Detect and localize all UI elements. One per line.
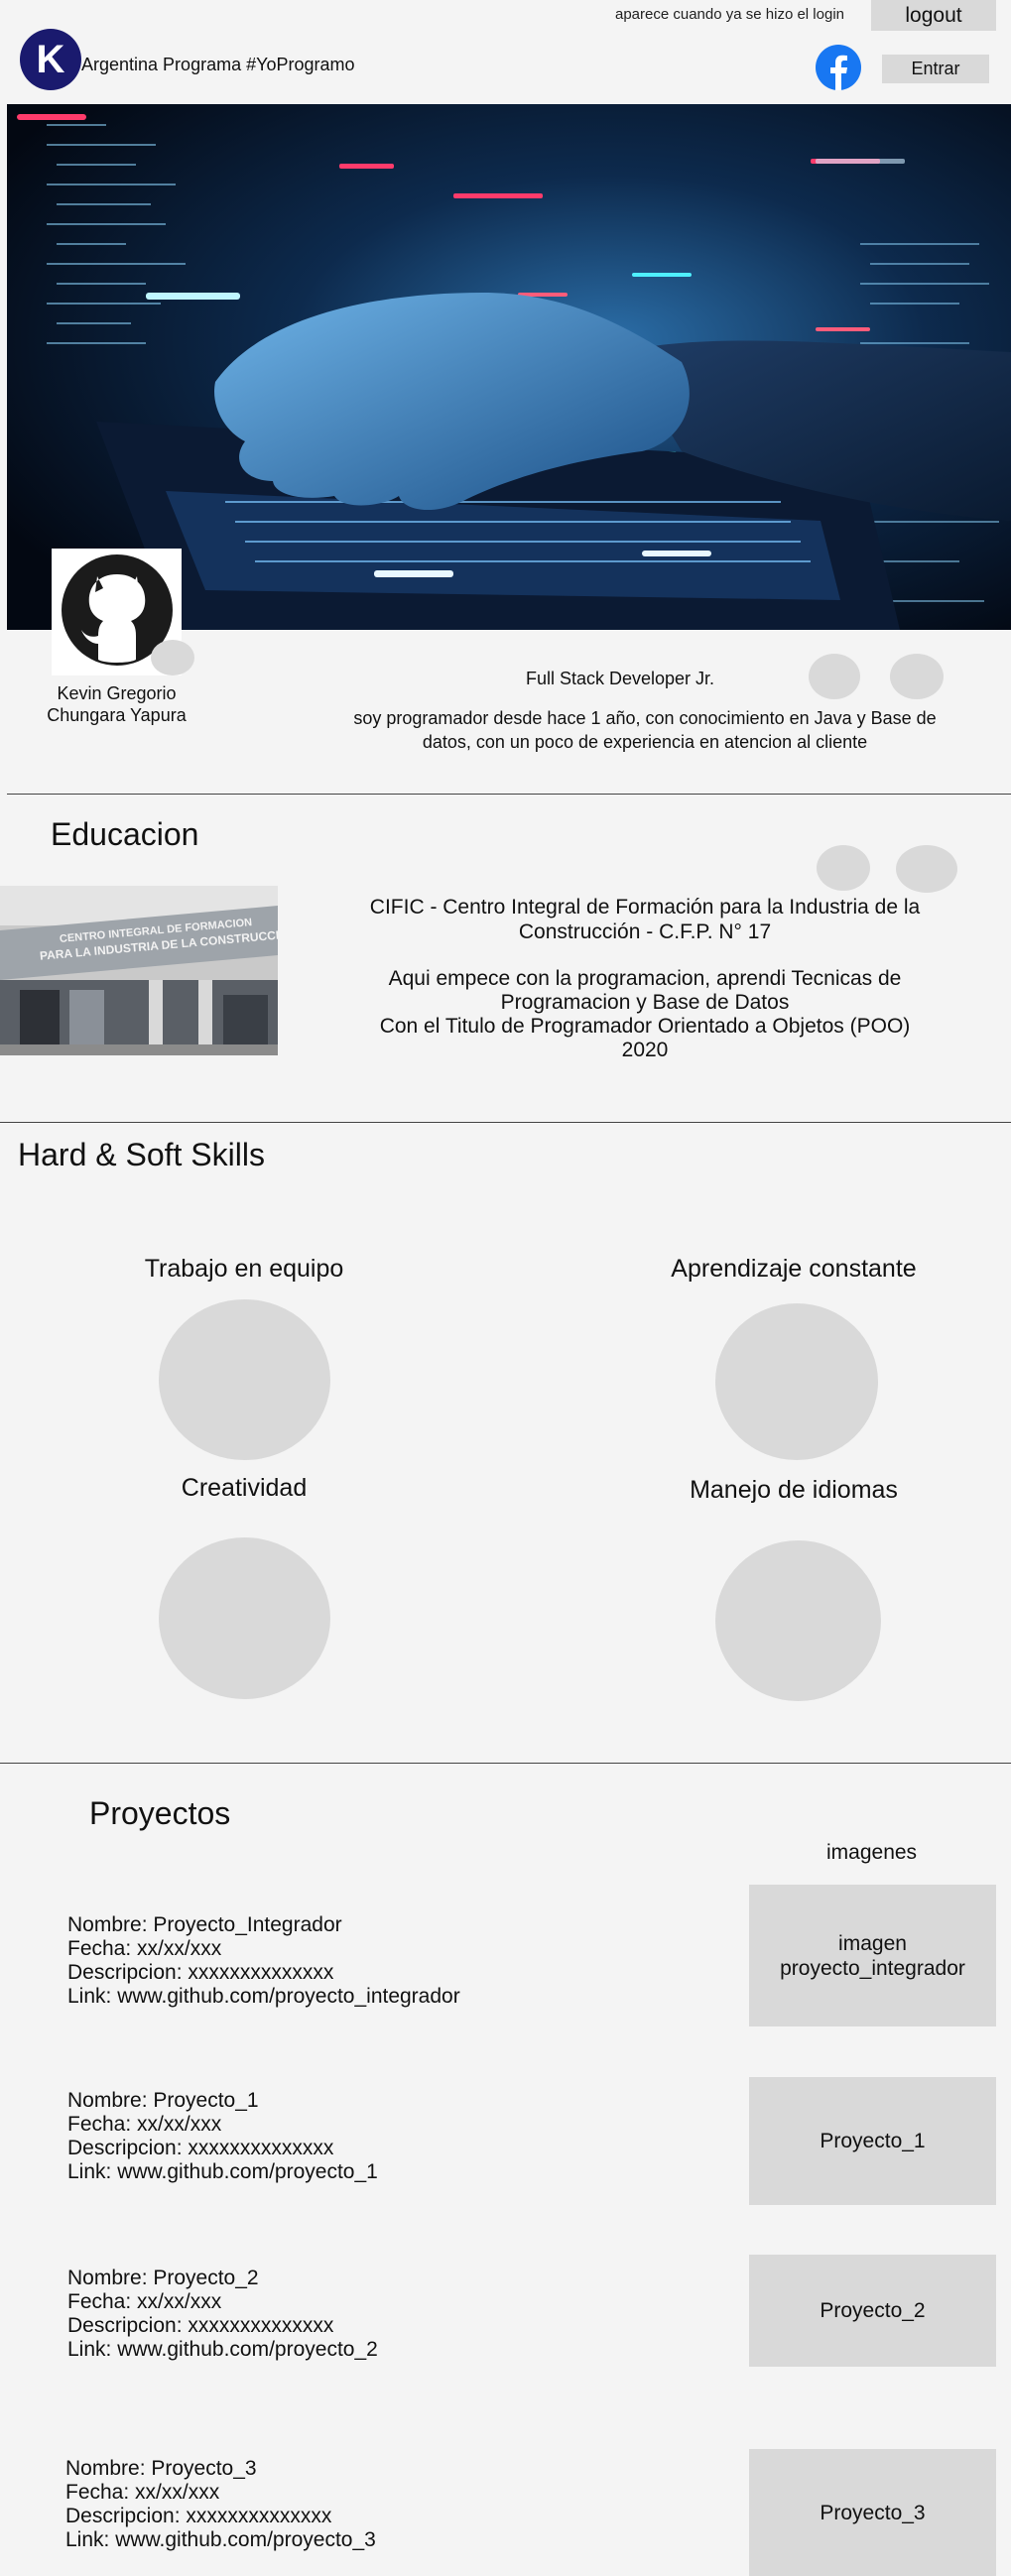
edu-desc-line-2: Programacion y Base de Datos [500,991,790,1014]
school-line-2: Construcción - C.F.P. N° 17 [518,920,772,943]
school-building-illustration: CENTRO INTEGRAL DE FORMACION PARA LA IND… [0,886,278,1055]
brand-title: Argentina Programa #YoProgramo [81,55,355,74]
project-info: Nombre: Proyecto_Integrador Fecha: xx/xx… [67,1913,460,2009]
logout-button[interactable]: logout [871,0,996,31]
education-title: Educacion [51,816,199,852]
project-image-label: imagen [838,1931,907,1955]
login-button[interactable]: Entrar [882,55,989,83]
project-name: Nombre: Proyecto_1 [67,2089,259,2112]
project-date: Fecha: xx/xx/xxx [65,2481,220,2504]
project-image[interactable]: Proyecto_1 [749,2077,996,2205]
edu-desc-line-3: Con el Titulo de Programador Orientado a… [379,1015,911,1038]
school-line-1: CIFIC - Centro Integral de Formación par… [369,896,921,919]
bio-line-2: datos, con un poco de experiencia en ate… [422,732,868,752]
name-line-1: Kevin Gregorio [57,683,177,703]
skill-progress-circle [715,1303,878,1460]
project-image-label: Proyecto_2 [820,2299,926,2322]
profile-role: Full Stack Developer Jr. [525,669,715,688]
section-divider [7,794,1011,795]
education-description: Aqui empece con la programacion, aprendi… [357,967,933,1062]
profile-name: Kevin Gregorio Chungara Yapura [30,682,203,726]
edu-desc-line-1: Aqui empece con la programacion, aprendi… [388,967,902,990]
edit-avatar-dot[interactable] [151,640,194,675]
project-link[interactable]: Link: www.github.com/proyecto_3 [65,2528,376,2552]
education-edit-button[interactable] [817,845,870,891]
skill-progress-circle [159,1537,330,1699]
school-building-image: CENTRO INTEGRAL DE FORMACION PARA LA IND… [0,886,278,1055]
project-link[interactable]: Link: www.github.com/proyecto_2 [67,2338,378,2362]
project-image[interactable]: imagen proyecto_integrador [749,1885,996,2026]
project-date: Fecha: xx/xx/xxx [67,2290,222,2313]
skill-label: Creatividad [181,1474,308,1502]
projects-title: Proyectos [89,1795,231,1831]
project-description: Descripcion: xxxxxxxxxxxxxx [67,2137,334,2159]
project-name: Nombre: Proyecto_Integrador [67,1913,342,1936]
logo-icon[interactable]: K [20,29,81,90]
name-line-2: Chungara Yapura [47,705,187,725]
project-info: Nombre: Proyecto_3 Fecha: xx/xx/xxx Desc… [65,2457,376,2552]
skill-label: Manejo de idiomas [690,1476,898,1504]
bio-line-1: soy programador desde hace 1 año, con co… [353,708,937,728]
project-image-label: Proyecto_3 [820,2501,926,2524]
education-school: CIFIC - Centro Integral de Formación par… [357,895,933,944]
images-label: imagenes [826,1841,918,1864]
project-image[interactable]: Proyecto_3 [749,2449,996,2576]
profile-bio: soy programador desde hace 1 año, con co… [342,706,948,754]
edu-desc-line-4: 2020 [621,1039,669,1061]
skill-progress-circle [715,1540,881,1701]
project-link[interactable]: Link: www.github.com/proyecto_integrador [67,1985,460,2009]
section-divider [0,1763,1011,1764]
profile-edit-button[interactable] [809,654,860,699]
project-image-label: proyecto_integrador [780,1956,965,1980]
project-link[interactable]: Link: www.github.com/proyecto_1 [67,2160,378,2184]
project-name: Nombre: Proyecto_2 [67,2267,259,2289]
skill-label: Aprendizaje constante [671,1255,917,1283]
profile-delete-button[interactable] [890,654,944,699]
skills-title: Hard & Soft Skills [18,1137,265,1172]
section-divider [0,1122,1011,1123]
project-info: Nombre: Proyecto_1 Fecha: xx/xx/xxx Desc… [67,2089,378,2184]
project-image-label: Proyecto_1 [820,2130,926,2152]
skill-label: Trabajo en equipo [144,1255,344,1283]
project-date: Fecha: xx/xx/xxx [67,2113,222,2136]
facebook-icon[interactable] [816,45,861,90]
skill-progress-circle [159,1299,330,1460]
project-description: Descripcion: xxxxxxxxxxxxxx [67,2314,334,2337]
project-description: Descripcion: xxxxxxxxxxxxxx [65,2505,332,2527]
project-date: Fecha: xx/xx/xxx [67,1937,222,1960]
project-name: Nombre: Proyecto_3 [65,2457,257,2480]
project-info: Nombre: Proyecto_2 Fecha: xx/xx/xxx Desc… [67,2267,378,2362]
project-description: Descripcion: xxxxxxxxxxxxxx [67,1961,334,1984]
project-image[interactable]: Proyecto_2 [749,2255,996,2367]
login-note: aparece cuando ya se hizo el login [615,6,844,23]
education-delete-button[interactable] [896,845,957,893]
